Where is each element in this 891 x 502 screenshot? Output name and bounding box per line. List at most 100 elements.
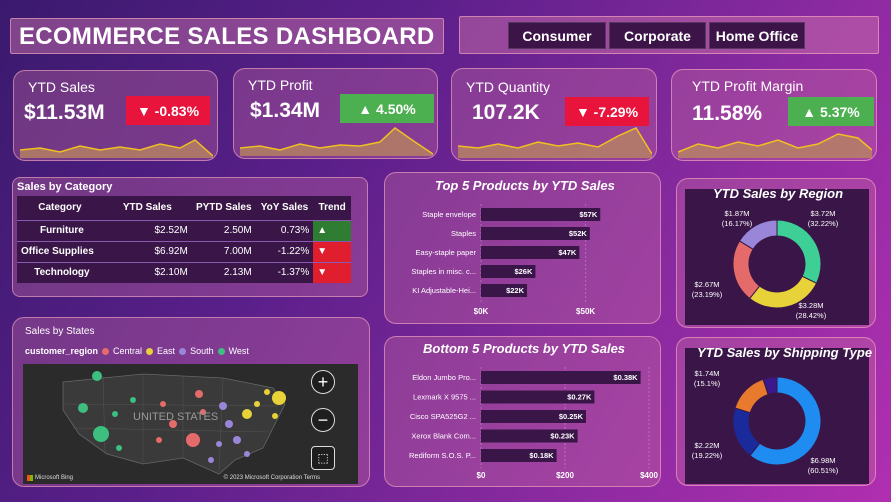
pytd-cell: 7.00M xyxy=(191,240,256,262)
category-table: Category YTD Sales PYTD Sales YoY Sales … xyxy=(17,196,351,283)
panel-title: Sales by States xyxy=(25,326,95,337)
map-copyright: © 2023 Microsoft Corporation Terms xyxy=(223,475,320,481)
title-panel: ECOMMERCE SALES DASHBOARD xyxy=(10,18,444,54)
donut-slice xyxy=(732,240,761,300)
kpi-title: YTD Sales xyxy=(28,79,95,95)
column-header[interactable]: Trend xyxy=(313,196,351,220)
trend-down-icon: ▼ xyxy=(313,261,351,283)
yoy-cell: 0.73% xyxy=(255,219,314,241)
kpi-value: $1.34M xyxy=(250,99,321,122)
donut-slice xyxy=(732,407,761,457)
pytd-cell: 2.13M xyxy=(191,261,256,283)
legend-dot-icon xyxy=(179,347,187,355)
category-label: Eldon Jumbo Pro... xyxy=(412,373,476,382)
column-header[interactable]: PYTD Sales xyxy=(191,196,256,220)
bottom-products-panel: Bottom 5 Products by YTD Sales $0 $200 $40… xyxy=(384,336,661,487)
category-label: Rediform S.O.S. P... xyxy=(409,451,476,460)
donut-slice xyxy=(734,378,769,414)
data-label: $0.18K xyxy=(529,451,554,460)
region-donut-chart: $3.72M(32.22%) $3.28M(28.42%) $2.67M(23.19… xyxy=(692,209,839,320)
category-label: Lexmark X 9575 ... xyxy=(413,393,476,402)
category-label: Staples xyxy=(451,229,476,238)
kpi-value: 107.2K xyxy=(472,101,540,124)
kpi-title: YTD Quantity xyxy=(466,79,551,95)
tick-label: $200 xyxy=(556,471,574,480)
table-row[interactable]: Technology $2.10M 2.13M -1.37% ▼ xyxy=(17,261,351,283)
category-label: Xerox Blank Com... xyxy=(411,432,476,441)
sparkline-chart xyxy=(240,127,433,156)
sparkline-chart xyxy=(678,133,872,158)
legend-dot-icon xyxy=(102,347,110,355)
data-label: $0.27K xyxy=(567,393,592,402)
yoy-cell: -1.22% xyxy=(255,240,314,262)
zoom-out-button[interactable]: − xyxy=(311,408,335,432)
bing-logo: Microsoft Bing xyxy=(27,475,73,481)
data-label: $0.38K xyxy=(613,373,638,382)
data-label: $52K xyxy=(569,229,588,238)
slice-value-label: $1.74M xyxy=(694,369,719,378)
data-label: $22K xyxy=(506,286,525,295)
slice-percent-label: (28.42%) xyxy=(796,311,827,320)
data-label: $26K xyxy=(514,267,533,276)
region-panel: YTD Sales by Region $3.72M (32.22%) $3.28M… xyxy=(676,178,876,328)
top-products-bar-chart: $0K $50K Staple envelope $57K Staples $52K Eas… xyxy=(411,204,601,316)
kpi-card-ytd-profit-margin: YTD Profit Margin 11.58% ▲ 5.37% xyxy=(671,69,877,161)
sparkline-chart xyxy=(20,139,213,158)
column-header[interactable]: YoY Sales xyxy=(255,196,314,220)
tick-label: $50K xyxy=(576,307,595,316)
select-region-button[interactable]: ⬚ xyxy=(311,446,335,470)
legend-title: customer_region xyxy=(25,346,99,356)
bing-label: Microsoft Bing xyxy=(35,475,74,481)
slice-percent-label: (60.51%) xyxy=(808,466,839,475)
segment-slicer: Consumer Corporate Home Office xyxy=(459,16,879,54)
ytd-cell: $2.10M xyxy=(102,261,192,283)
category-label: KI Adjustable-Hei... xyxy=(412,286,476,295)
column-header[interactable]: YTD Sales xyxy=(102,196,192,220)
kpi-card-ytd-sales: YTD Sales $11.53M ▼ -0.83% xyxy=(13,70,218,161)
ytd-cell: $6.92M xyxy=(102,240,192,262)
kpi-value: 11.58% xyxy=(692,102,763,125)
map-canvas[interactable]: UNITED STATES + − ⬚ Microsoft Bing © 202… xyxy=(23,364,358,484)
data-label: $57K xyxy=(579,210,598,219)
microsoft-logo-icon xyxy=(27,475,33,481)
slice-value-label: $3.72M xyxy=(810,209,835,218)
slice-percent-label: (32.22%) xyxy=(808,219,839,228)
page-title: ECOMMERCE SALES DASHBOARD xyxy=(19,23,435,50)
slice-value-label: $1.87M xyxy=(724,209,749,218)
table-row[interactable]: Furniture $2.52M 2.50M 0.73% ▲ xyxy=(17,219,351,241)
slice-percent-label: (23.19%) xyxy=(692,290,723,299)
tick-label: $0 xyxy=(477,471,486,480)
top-products-panel: Top 5 Products by YTD Sales $0K $50K Stapl… xyxy=(384,172,661,324)
kpi-title: YTD Profit xyxy=(248,77,313,93)
kpi-change-badge: ▲ 4.50% xyxy=(340,94,434,123)
segment-corporate-button[interactable]: Corporate xyxy=(609,22,706,49)
segment-consumer-button[interactable]: Consumer xyxy=(508,22,606,49)
kpi-title: YTD Profit Margin xyxy=(692,78,804,94)
data-label: $0.23K xyxy=(550,432,575,441)
sales-by-category-panel: Sales by Category Category YTD Sales PYT… xyxy=(12,177,368,297)
zoom-in-button[interactable]: + xyxy=(311,370,335,394)
kpi-change-badge: ▲ 5.37% xyxy=(788,97,874,126)
category-label: Cisco SPA525G2 ... xyxy=(410,412,476,421)
yoy-cell: -1.37% xyxy=(255,261,314,283)
category-cell: Furniture xyxy=(17,219,103,241)
slice-percent-label: (15.1%) xyxy=(694,379,721,388)
table-row[interactable]: Office Supplies $6.92M 7.00M -1.22% ▼ xyxy=(17,240,351,262)
shipping-donut-chart: $6.98M(60.51%) $2.22M(19.22%) $1.74M(15.1%… xyxy=(692,369,839,475)
legend-item: West xyxy=(228,346,249,356)
data-label: $47K xyxy=(558,248,577,257)
legend-dot-icon xyxy=(217,347,225,355)
trend-down-icon: ▼ xyxy=(313,240,351,262)
sales-by-states-panel: Sales by States customer_region Central … xyxy=(12,317,370,487)
slice-percent-label: (16.17%) xyxy=(722,219,753,228)
kpi-value: $11.53M xyxy=(24,101,105,124)
category-cell: Technology xyxy=(17,261,103,283)
segment-home-office-button[interactable]: Home Office xyxy=(709,22,805,49)
kpi-card-ytd-quantity: YTD Quantity 107.2K ▼ -7.29% xyxy=(451,68,657,161)
category-label: Staple envelope xyxy=(422,210,476,219)
slice-percent-label: (19.22%) xyxy=(692,451,723,460)
column-header[interactable]: Category xyxy=(17,196,103,220)
kpi-change-badge: ▼ -7.29% xyxy=(565,97,649,126)
kpi-change-badge: ▼ -0.83% xyxy=(126,96,210,125)
panel-title: Sales by Category xyxy=(17,181,113,193)
